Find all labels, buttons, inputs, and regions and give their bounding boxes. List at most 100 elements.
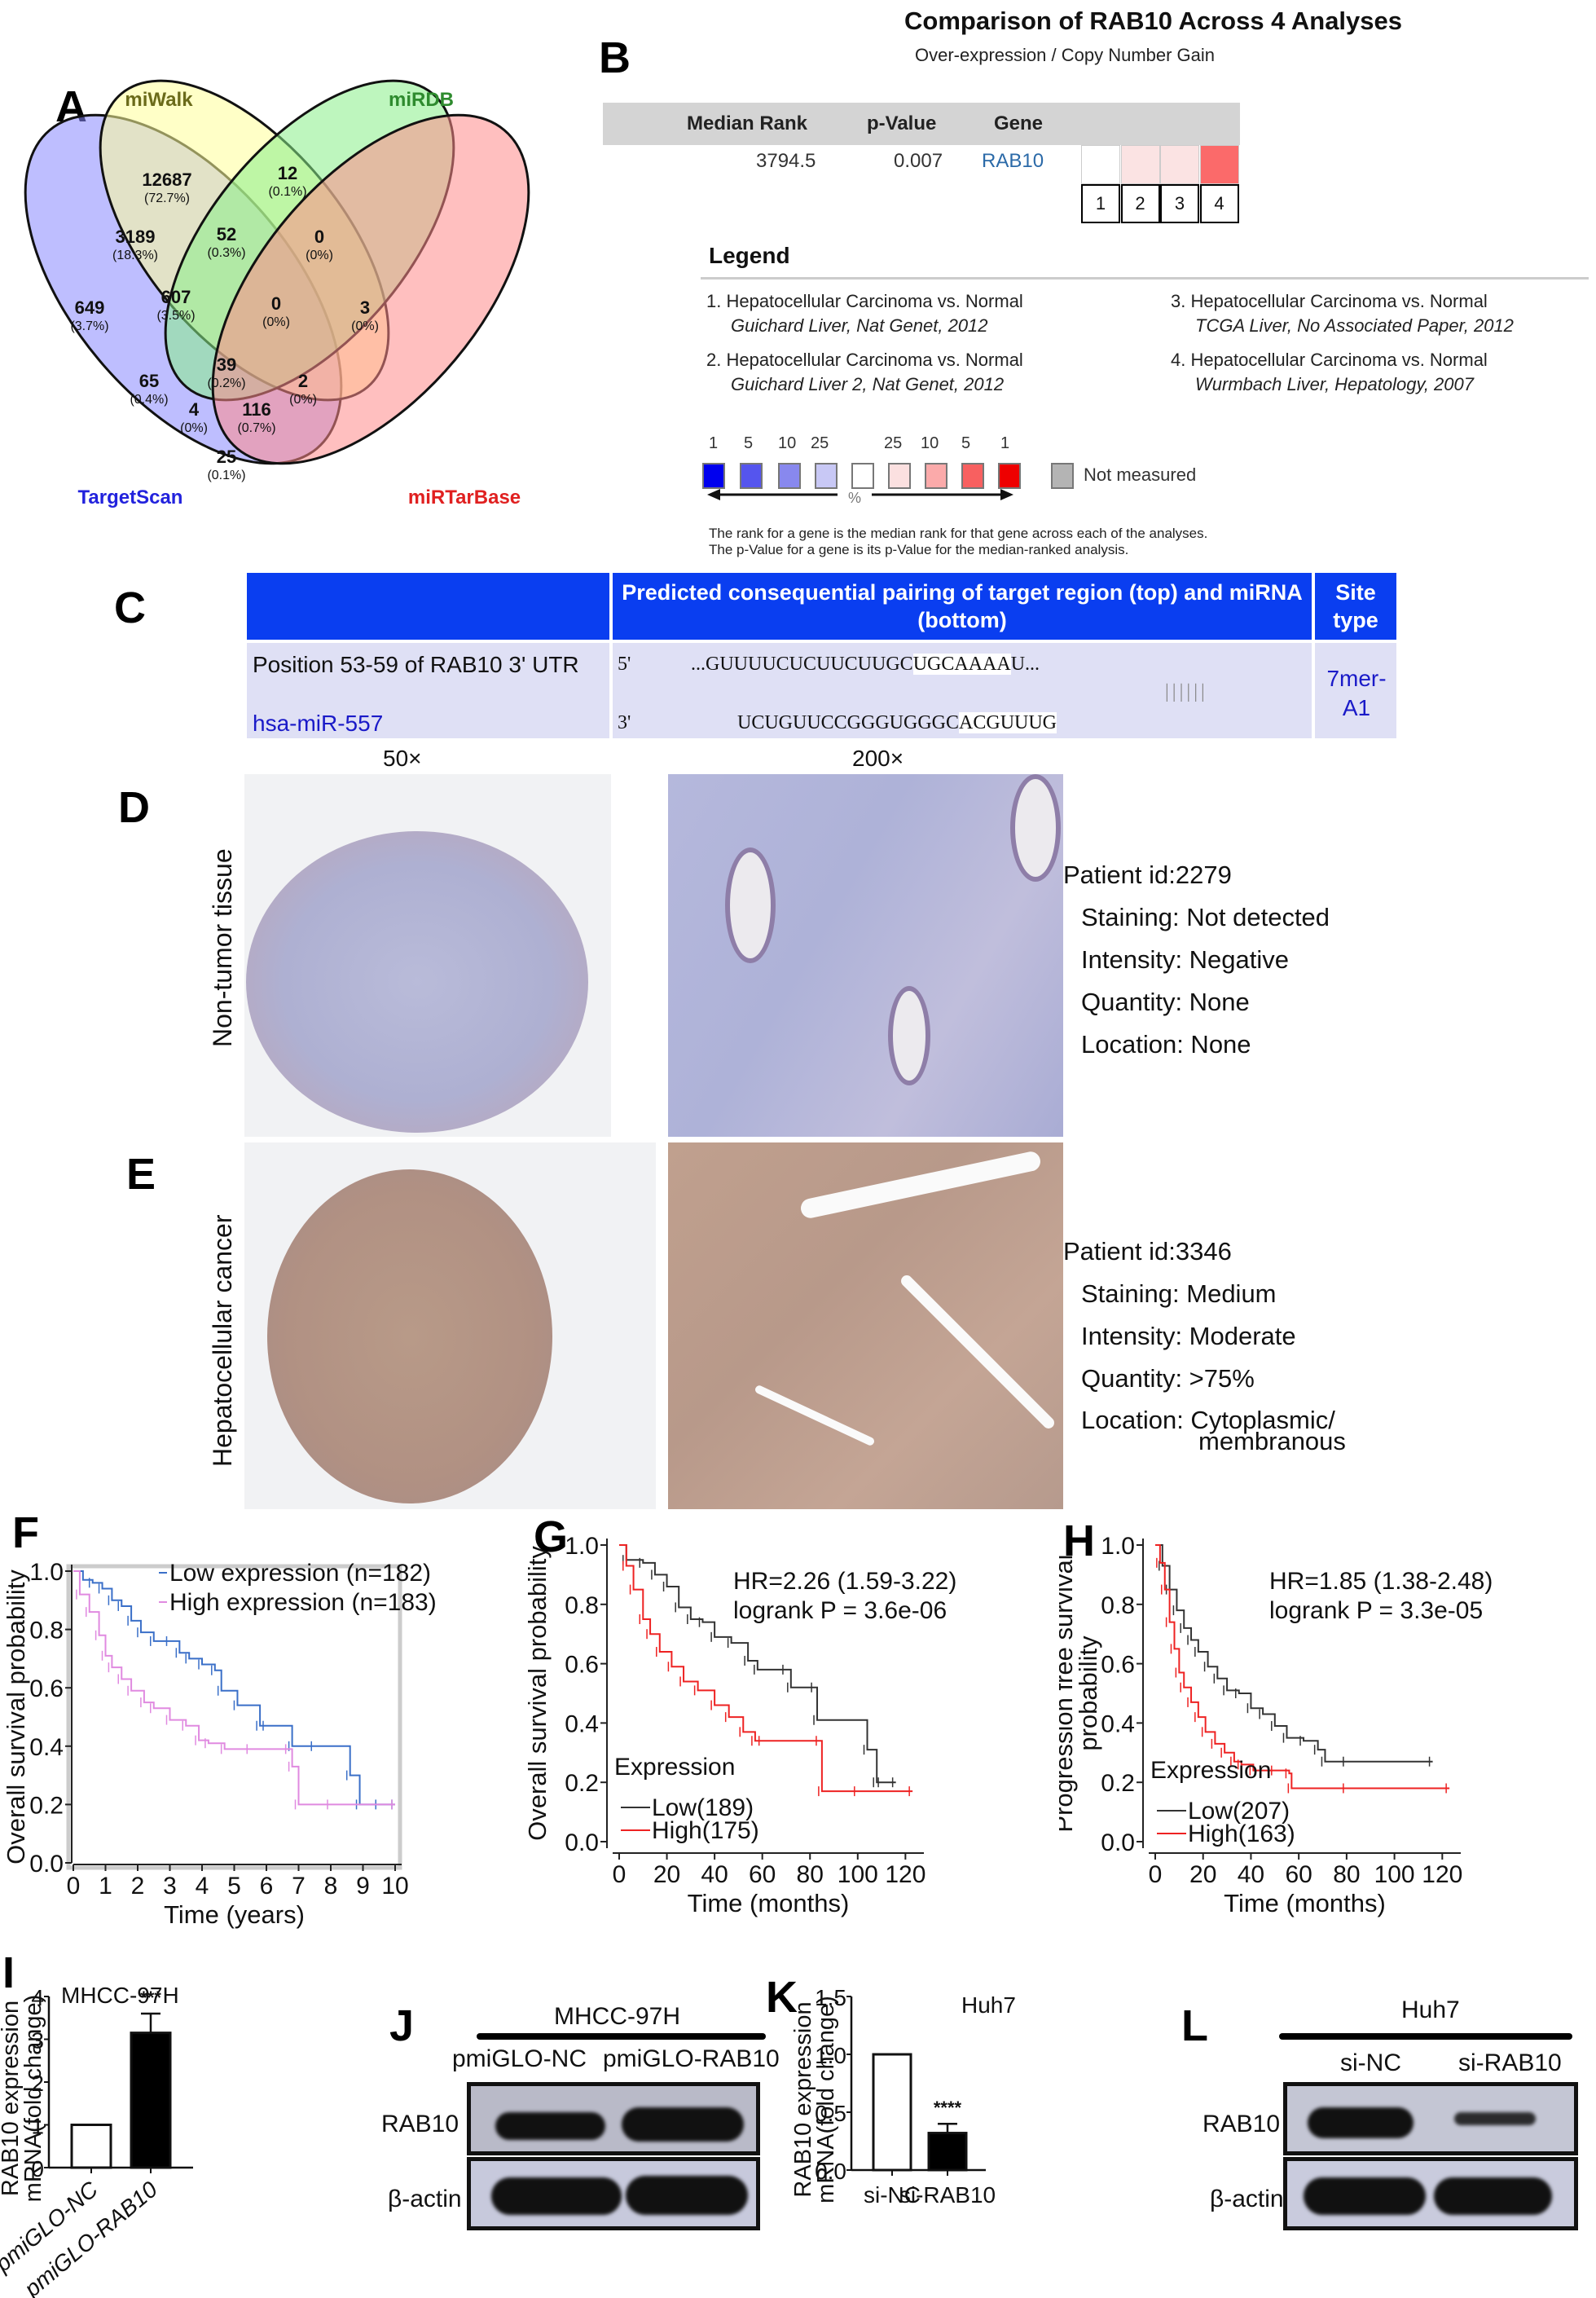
header-p-value: p-Value	[867, 112, 937, 134]
blot-j-bracket	[477, 2033, 766, 2040]
blot-l-rab10	[1283, 2082, 1578, 2155]
x-tick-label: 80	[1333, 1861, 1360, 1888]
hazard-ratio: HR=2.26 (1.59-3.22)	[733, 1568, 956, 1595]
header-gene: Gene	[994, 112, 1044, 134]
x-tick-label: 120	[885, 1861, 926, 1888]
heat-cell-3	[1160, 145, 1199, 184]
venn-region-percent: (0.2%)	[207, 376, 245, 390]
venn-diagram: 12687(72.7%)12(0.1%)649(3.7%)3(0%)3189(1…	[24, 79, 530, 508]
x-tick-label: 2	[131, 1873, 145, 1900]
legend-analysis-2: 2. Hepatocellular Carcinoma vs. Normal G…	[706, 348, 1163, 397]
venn-region-percent: (0%)	[306, 249, 333, 262]
venn-label-mirdb: miRDB	[389, 89, 454, 111]
x-tick-label: 5	[227, 1873, 241, 1900]
bar-chart-i: 01234 MHCC-97HRAB10 expressionmRNA(fold c…	[0, 1983, 193, 2298]
heat-cell-1	[1081, 145, 1120, 184]
c-header-blank	[247, 573, 609, 640]
venn-region-count: 3189	[116, 227, 156, 247]
y-tick-label: 0.4	[29, 1734, 64, 1761]
seed-match-target: UGCAAAA	[912, 654, 1011, 675]
ihc-normal-50x-image	[244, 774, 611, 1137]
patient-id-cancer: Patient id:3346	[1063, 1237, 1232, 1266]
magnification-200x: 200×	[852, 746, 904, 771]
band	[495, 2112, 605, 2140]
blot-j-row-rab10: RAB10	[381, 2111, 459, 2137]
bar-pmiGLO-RAB10	[130, 2032, 172, 2169]
x-axis-label: Time (months)	[1224, 1889, 1386, 1917]
utr-position: Position 53-59 of RAB10 3' UTR	[253, 652, 579, 677]
oncomine-table-header: Median Rank p-Value Gene	[603, 103, 1240, 145]
x-tick-label: 7	[292, 1873, 306, 1900]
staining-normal: Staining: Not detected	[1081, 903, 1330, 931]
venn-region-count: 25	[217, 447, 236, 467]
km-plot-f: 0 1 2 3 4 5 6 7 8 9 10 0.0 0.2 0.4 0.6 0.8 1.0 Time (year…	[2, 1559, 437, 1929]
x-tick-label: 100	[1374, 1861, 1415, 1888]
venn-region-percent: (3.7%)	[70, 319, 108, 333]
panel-label-d: D	[118, 783, 150, 832]
y-tick-label: 0.8	[29, 1618, 64, 1644]
percent-symbol: %	[848, 490, 861, 506]
venn-region-count: 52	[217, 224, 236, 244]
y-axis-label: mRNA(fold change)	[813, 1996, 839, 2203]
blot-l-actin	[1283, 2157, 1578, 2230]
analysis-number-3: 3	[1160, 184, 1199, 223]
x-tick-label: 60	[1285, 1861, 1312, 1888]
legend-analysis-4: 4. Hepatocellular Carcinoma vs. Normal W…	[1171, 348, 1594, 397]
y-axis-label: Overall survival probability	[2, 1569, 30, 1864]
tissue-core-normal	[246, 831, 588, 1133]
site-type-link[interactable]: 7mer-A1	[1321, 664, 1392, 723]
x-tick-label: 6	[260, 1873, 274, 1900]
tissue-core-cancer	[267, 1169, 552, 1503]
mirna-link[interactable]: hsa-miR-557	[253, 711, 383, 737]
row-label-hcc: Hepatocellular cancer	[208, 1214, 237, 1468]
band	[1304, 2177, 1426, 2215]
band	[1434, 2177, 1552, 2215]
blot-l-bracket	[1279, 2033, 1572, 2040]
analysis-1-source: Guichard Liver, Nat Genet, 2012	[731, 315, 988, 336]
ihc-normal-200x-image	[668, 774, 1063, 1137]
venn-region-percent: (0%)	[262, 315, 290, 329]
analysis-2-title: 2. Hepatocellular Carcinoma vs. Normal	[706, 350, 1023, 370]
venn-region-count: 607	[161, 287, 191, 307]
x-tick-label: 0	[67, 1873, 81, 1900]
gland-structure	[1010, 774, 1061, 882]
legend-entry: High(163)	[1188, 1820, 1295, 1847]
hazard-ratio: HR=1.85 (1.38-2.48)	[1269, 1568, 1493, 1595]
y-axis-label: probability	[1074, 1635, 1102, 1751]
gland-structure	[888, 986, 930, 1085]
band	[1308, 2107, 1414, 2138]
scale-label: 25	[811, 434, 829, 452]
venn-region-percent: (0%)	[289, 393, 317, 407]
tissue-gap	[798, 1150, 1043, 1220]
analysis-3-title: 3. Hepatocellular Carcinoma vs. Normal	[1171, 291, 1488, 311]
venn-region-percent: (0.1%)	[207, 469, 245, 482]
tissue-gap	[754, 1384, 876, 1447]
percent-arrows: %	[707, 489, 1013, 506]
chart-title: Huh7	[961, 1992, 1016, 2018]
patient-id-normal: Patient id:2279	[1063, 861, 1232, 889]
bar-pmiGLO-NC	[70, 2124, 112, 2169]
scale-label: 25	[884, 434, 903, 452]
band-weak	[1454, 2112, 1536, 2125]
band	[626, 2176, 748, 2215]
heat-cell-4	[1199, 145, 1239, 184]
blot-j-lane-2: pmiGLO-RAB10	[603, 2045, 780, 2072]
venn-region-percent: (72.7%)	[144, 192, 190, 205]
legend-analysis-1: 1. Hepatocellular Carcinoma vs. Normal G…	[706, 289, 1163, 338]
x-tick-label: 0	[1149, 1861, 1163, 1888]
analysis-4-title: 4. Hepatocellular Carcinoma vs. Normal	[1171, 350, 1488, 370]
y-axis-label: Overall survival probability	[523, 1546, 552, 1841]
venn-region-count: 0	[271, 293, 281, 314]
legend-divider	[701, 277, 1589, 280]
intensity-normal: Intensity: Negative	[1081, 945, 1290, 974]
patient-info-normal: Patient id:2279 Staining: Not detected I…	[1063, 854, 1330, 1066]
y-tick-label: 0.2	[565, 1770, 599, 1797]
x-tick-label: 60	[749, 1861, 776, 1888]
x-tick-label: 3	[163, 1873, 177, 1900]
heat-cell-2	[1120, 145, 1160, 184]
x-tick-label: 4	[196, 1873, 209, 1900]
x-tick-label: 1	[99, 1873, 112, 1900]
target-sequence: ...GUUUUCUCUUCUUGCUGCAAAAU...	[691, 654, 1040, 675]
venn-label-targetscan: TargetScan	[78, 486, 183, 508]
gene-link[interactable]: RAB10	[982, 150, 1044, 173]
